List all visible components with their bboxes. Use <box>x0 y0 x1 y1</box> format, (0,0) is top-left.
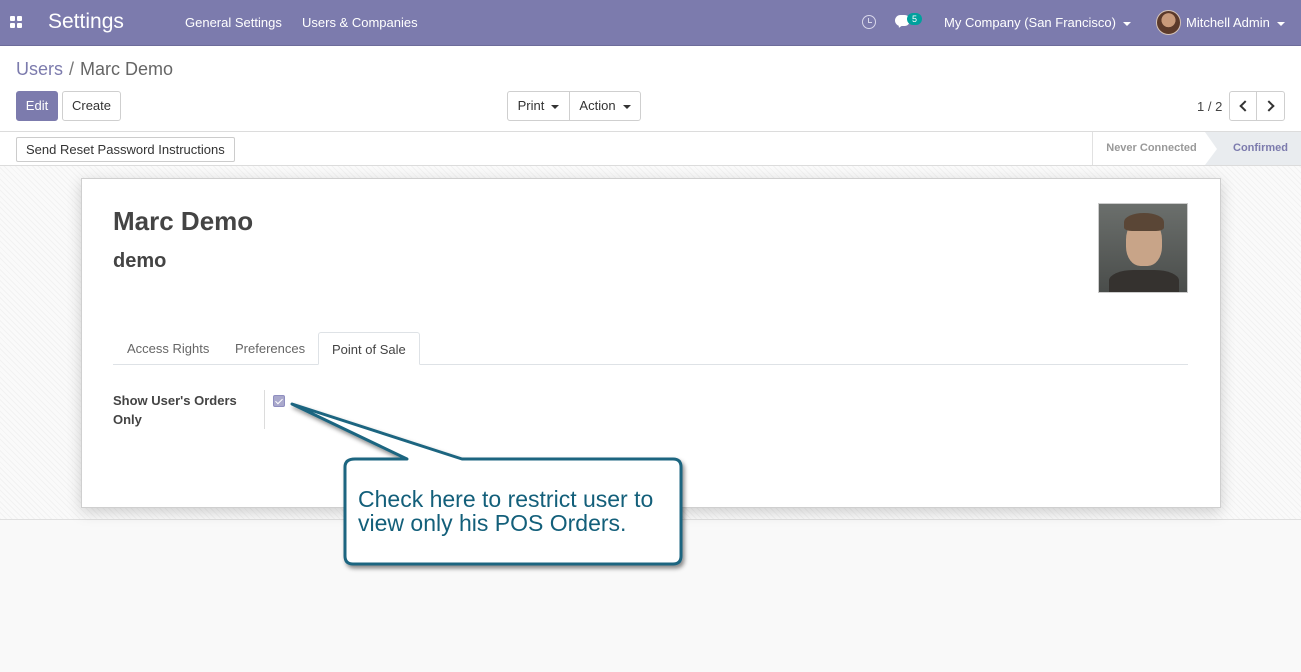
apps-menu-icon[interactable] <box>10 16 22 28</box>
stage-arrow-divider <box>1205 132 1217 165</box>
stage-confirmed[interactable]: Confirmed <box>1206 132 1301 165</box>
pager-next-button[interactable] <box>1256 91 1285 121</box>
top-navbar: Settings General Settings Users & Compan… <box>0 0 1301 46</box>
print-dropdown[interactable]: Print <box>507 91 570 121</box>
breadcrumb-separator: / <box>69 59 75 79</box>
caret-down-icon <box>551 104 560 109</box>
menu-general-settings[interactable]: General Settings <box>185 15 282 30</box>
show-users-orders-only-checkbox[interactable] <box>273 395 285 407</box>
caret-down-icon <box>1276 21 1285 26</box>
create-button[interactable]: Create <box>62 91 121 121</box>
breadcrumb-users-link[interactable]: Users <box>16 59 63 79</box>
tab-point-of-sale[interactable]: Point of Sale <box>318 332 420 365</box>
user-menu[interactable]: Mitchell Admin <box>1186 15 1285 30</box>
tab-access-rights[interactable]: Access Rights <box>114 332 222 365</box>
pager-previous-button[interactable] <box>1229 91 1257 121</box>
form-statusbar: Send Reset Password Instructions Never C… <box>0 132 1301 166</box>
control-panel: Users / Marc Demo Edit Create Print Action… <box>0 46 1301 132</box>
breadcrumb: Users / Marc Demo <box>16 59 173 80</box>
activity-clock-icon[interactable] <box>862 15 876 29</box>
caret-down-icon <box>1122 21 1131 26</box>
company-switcher[interactable]: My Company (San Francisco) <box>944 15 1131 30</box>
app-title[interactable]: Settings <box>48 10 124 34</box>
print-label: Print <box>517 98 545 113</box>
user-photo[interactable] <box>1098 203 1188 293</box>
chevron-right-icon <box>1263 100 1275 112</box>
menu-users-companies[interactable]: Users & Companies <box>302 15 418 30</box>
user-name: Mitchell Admin <box>1186 15 1270 30</box>
stage-never-connected[interactable]: Never Connected <box>1092 132 1210 165</box>
record-name: Marc Demo <box>113 206 254 236</box>
annotation-text: Check here to restrict user to view only… <box>358 486 654 536</box>
chevron-left-icon <box>1238 100 1251 112</box>
edit-button[interactable]: Edit <box>16 91 58 121</box>
tab-preferences[interactable]: Preferences <box>222 332 318 365</box>
breadcrumb-current: Marc Demo <box>80 59 174 79</box>
action-label: Action <box>579 98 616 113</box>
photo-body <box>1109 270 1179 292</box>
user-avatar[interactable] <box>1156 10 1181 35</box>
caret-down-icon <box>622 104 631 109</box>
record-login: demo <box>113 250 167 272</box>
photo-hair <box>1124 213 1164 231</box>
show-users-orders-only-label: Show User's Orders Only <box>113 393 237 427</box>
send-reset-password-button[interactable]: Send Reset Password Instructions <box>16 137 235 162</box>
field-separator <box>264 390 265 429</box>
company-name: My Company (San Francisco) <box>944 15 1116 30</box>
messages-count-badge: 5 <box>907 13 922 25</box>
action-dropdown[interactable]: Action <box>569 91 641 121</box>
pager-value[interactable]: 1 / 2 <box>1197 99 1222 114</box>
